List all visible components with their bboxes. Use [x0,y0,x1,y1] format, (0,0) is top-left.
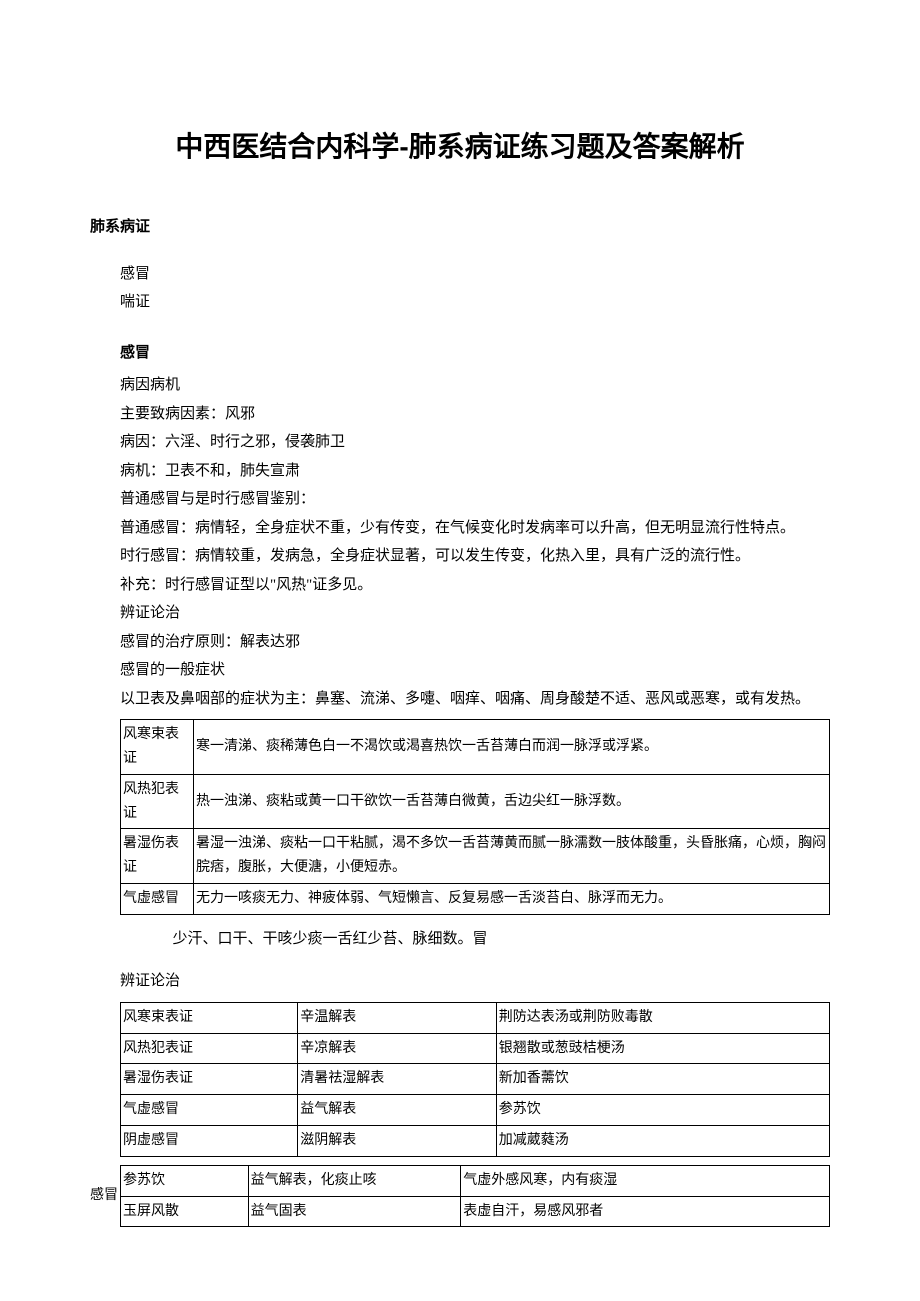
body-text: 主要致病因素：风邪 [120,400,830,429]
cell: 阴虚感冒 [121,1125,298,1156]
table-row: 风热犯表证 热一浊涕、痰粘或黄一口干欲饮一舌苔薄白微黄，舌边尖红一脉浮数。 [121,774,830,829]
syndrome-name: 气虚感冒 [121,883,194,914]
cell: 新加香薷饮 [496,1064,829,1095]
page-title: 中西医结合内科学-肺系病证练习题及答案解析 [90,120,830,173]
cell: 辛温解表 [298,1002,497,1033]
cell: 清暑祛湿解表 [298,1064,497,1095]
cell: 益气解表 [298,1095,497,1126]
body-text: 感冒的治疗原则：解表达邪 [120,628,830,657]
body-text: 补充：时行感冒证型以"风热"证多见。 [120,571,830,600]
table-row: 玉屏风散 益气固表 表虚自汗，易感风邪者 [121,1196,830,1227]
syndrome-table: 风寒束表证 寒一清涕、痰稀薄色白一不渴饮或渴喜热饮一舌苔薄白而润一脉浮或浮紧。 … [120,719,830,915]
cell: 益气固表 [248,1196,461,1227]
fragment-text: 少汗、口干、干咳少痰一舌红少苔、脉细数。冒 [90,925,830,954]
intro-item: 喘证 [120,288,830,317]
bzlz-heading: 辨证论治 [90,967,830,996]
body-text: 以卫表及鼻咽部的症状为主：鼻塞、流涕、多嚏、咽痒、咽痛、周身酸楚不适、恶风或恶寒… [120,685,830,714]
treatment-table-wrap: 风寒束表证 辛温解表 荆防达表汤或荆防败毒散 风热犯表证 辛凉解表 银翘散或葱豉… [90,1002,830,1157]
cell: 玉屏风散 [121,1196,249,1227]
table-row: 气虚感冒 益气解表 参苏饮 [121,1095,830,1126]
cell: 辛凉解表 [298,1033,497,1064]
body-text: 时行感冒：病情较重，发病急，全身症状显著，可以发生传变，化热入里，具有广泛的流行… [120,542,830,571]
table-row: 暑湿伤表证 暑湿一浊涕、痰粘一口干粘腻，渴不多饮一舌苔薄黄而腻一脉濡数一肢体酸重… [121,829,830,884]
table-row: 风寒束表证 辛温解表 荆防达表汤或荆防败毒散 [121,1002,830,1033]
cell: 表虚自汗，易感风邪者 [461,1196,830,1227]
body-text: 感冒的一般症状 [120,656,830,685]
syndrome-name: 风热犯表证 [121,774,194,829]
table-row: 阴虚感冒 滋阴解表 加减葳蕤汤 [121,1125,830,1156]
ganmao-label: 感冒 [90,1183,118,1210]
cell: 气虚感冒 [121,1095,298,1126]
cell: 气虚外感风寒，内有痰湿 [461,1165,830,1196]
cell: 荆防达表汤或荆防败毒散 [496,1002,829,1033]
body-text: 病因：六淫、时行之邪，侵袭肺卫 [120,428,830,457]
section-heading: 肺系病证 [90,213,830,242]
syndrome-desc: 无力一咳痰无力、神疲体弱、气短懒言、反复易感一舌淡苔白、脉浮而无力。 [194,883,830,914]
body-text: 普通感冒：病情轻，全身症状不重，少有传变，在气候变化时发病率可以升高，但无明显流… [120,514,830,543]
cell: 加减葳蕤汤 [496,1125,829,1156]
cell: 参苏饮 [496,1095,829,1126]
table-row: 气虚感冒 无力一咳痰无力、神疲体弱、气短懒言、反复易感一舌淡苔白、脉浮而无力。 [121,883,830,914]
body-text: 普通感冒与是时行感冒鉴别： [120,485,830,514]
formula-block: 感冒 参苏饮 益气解表，化痰止咳 气虚外感风寒，内有痰湿 玉屏风散 益气固表 表… [90,1161,830,1228]
body-text: 病因病机 [120,371,830,400]
cell: 银翘散或葱豉桔梗汤 [496,1033,829,1064]
cell: 暑湿伤表证 [121,1064,298,1095]
formula-table: 参苏饮 益气解表，化痰止咳 气虚外感风寒，内有痰湿 玉屏风散 益气固表 表虚自汗… [120,1165,830,1228]
treatment-table: 风寒束表证 辛温解表 荆防达表汤或荆防败毒散 风热犯表证 辛凉解表 银翘散或葱豉… [120,1002,830,1157]
cell: 益气解表，化痰止咳 [248,1165,461,1196]
cell: 风寒束表证 [121,1002,298,1033]
cell: 风热犯表证 [121,1033,298,1064]
table-row: 风寒束表证 寒一清涕、痰稀薄色白一不渴饮或渴喜热饮一舌苔薄白而润一脉浮或浮紧。 [121,720,830,775]
syndrome-desc: 寒一清涕、痰稀薄色白一不渴饮或渴喜热饮一舌苔薄白而润一脉浮或浮紧。 [194,720,830,775]
syndrome-table-wrap: 风寒束表证 寒一清涕、痰稀薄色白一不渴饮或渴喜热饮一舌苔薄白而润一脉浮或浮紧。 … [90,719,830,915]
body-text: 病机：卫表不和，肺失宣肃 [120,457,830,486]
syndrome-desc: 热一浊涕、痰粘或黄一口干欲饮一舌苔薄白微黄，舌边尖红一脉浮数。 [194,774,830,829]
ganmao-heading: 感冒 [120,339,830,368]
ganmao-section: 感冒 病因病机 主要致病因素：风邪 病因：六淫、时行之邪，侵袭肺卫 病机：卫表不… [90,339,830,714]
syndrome-name: 风寒束表证 [121,720,194,775]
document-page: 中西医结合内科学-肺系病证练习题及答案解析 肺系病证 感冒 喘证 感冒 病因病机… [0,0,920,1287]
table-row: 暑湿伤表证 清暑祛湿解表 新加香薷饮 [121,1064,830,1095]
intro-item: 感冒 [120,260,830,289]
intro-list: 感冒 喘证 [90,260,830,317]
table-row: 风热犯表证 辛凉解表 银翘散或葱豉桔梗汤 [121,1033,830,1064]
table-row: 参苏饮 益气解表，化痰止咳 气虚外感风寒，内有痰湿 [121,1165,830,1196]
body-text: 辨证论治 [120,599,830,628]
syndrome-desc: 暑湿一浊涕、痰粘一口干粘腻，渴不多饮一舌苔薄黄而腻一脉濡数一肢体酸重，头昏胀痛，… [194,829,830,884]
cell: 参苏饮 [121,1165,249,1196]
syndrome-name: 暑湿伤表证 [121,829,194,884]
cell: 滋阴解表 [298,1125,497,1156]
